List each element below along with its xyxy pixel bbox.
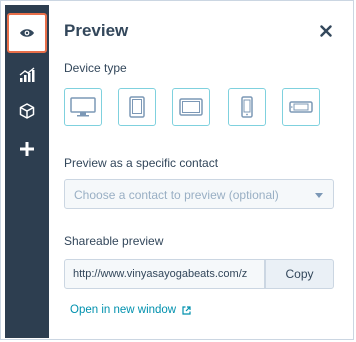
tablet-landscape-icon [179,98,203,116]
device-phone-landscape-button[interactable] [282,88,320,126]
preview-window: Preview Device type Preview as a specifi… [0,0,354,340]
external-link-icon [182,305,191,315]
contact-select[interactable]: Choose a contact to preview (optional) [64,179,334,209]
tablet-portrait-icon [129,96,145,118]
sidebar-item-preview[interactable] [7,13,47,53]
sidebar-item-modules[interactable] [9,93,45,129]
box-icon [19,103,35,119]
copy-button[interactable]: Copy [265,259,334,289]
phone-portrait-icon [241,96,253,118]
close-button[interactable] [318,23,334,39]
sidebar-item-add[interactable] [9,131,45,167]
device-desktop-button[interactable] [64,88,102,126]
chevron-down-icon [315,193,323,198]
shareable-label: Shareable preview [64,234,164,248]
contact-select-placeholder: Choose a contact to preview (optional) [74,188,279,202]
phone-landscape-icon [289,101,313,113]
close-icon [320,25,332,37]
open-in-new-window-link[interactable]: Open in new window [70,304,191,316]
panel-title: Preview [64,21,129,40]
left-sidebar [5,5,49,338]
device-tablet-landscape-button[interactable] [172,88,210,126]
device-type-label: Device type [64,61,127,75]
contact-label: Preview as a specific contact [64,156,219,170]
device-tablet-portrait-button[interactable] [118,88,156,126]
preview-panel: Preview Device type Preview as a specifi… [49,1,353,339]
eye-icon [20,29,34,37]
device-phone-portrait-button[interactable] [228,88,266,126]
sidebar-item-performance[interactable] [9,57,45,93]
desktop-icon [70,97,96,117]
plus-icon [20,142,34,156]
shareable-url-field[interactable]: http://www.vinyasayogabeats.com/z [64,259,265,289]
open-in-new-window-label: Open in new window [70,304,177,316]
chart-icon [19,67,35,82]
